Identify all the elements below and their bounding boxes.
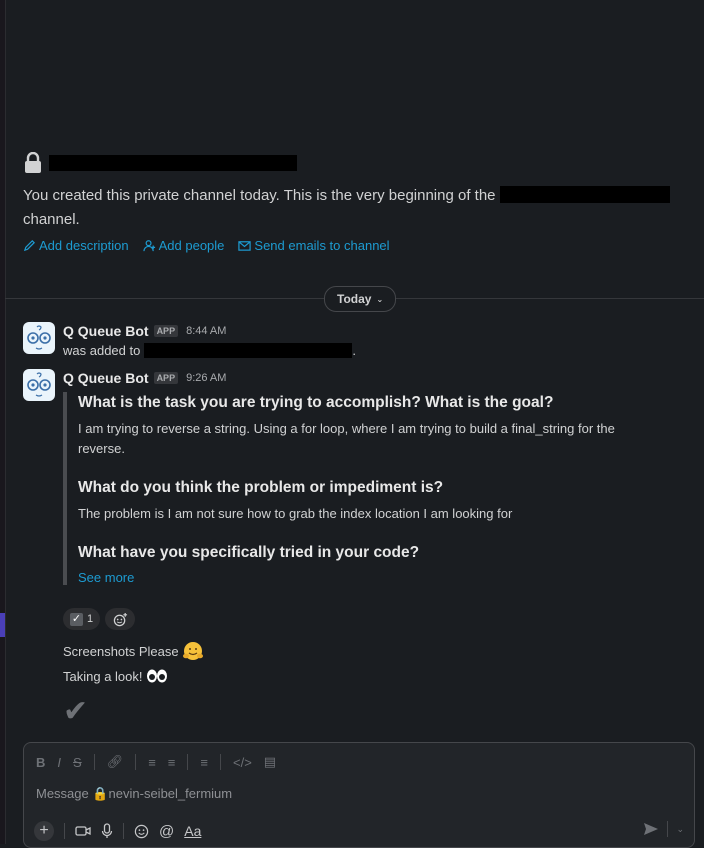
code-block-icon[interactable]: ▤ (264, 754, 276, 770)
timestamp[interactable]: 9:26 AM (186, 372, 226, 384)
channel-title (23, 150, 683, 176)
date-divider-button[interactable]: Today ⌄ (324, 286, 397, 312)
lock-icon (23, 151, 43, 174)
microphone-icon[interactable] (101, 823, 113, 839)
strikethrough-icon[interactable]: S (73, 755, 82, 770)
add-description-link[interactable]: Add description (23, 238, 129, 253)
ordered-list-icon[interactable]: ≡ (148, 755, 156, 770)
chevron-down-icon[interactable]: ⌄ (676, 824, 684, 835)
emoji-icon[interactable] (134, 824, 149, 839)
send-controls: ⌄ (643, 821, 684, 837)
send-icon[interactable] (643, 822, 659, 836)
eyes-emoji-icon (146, 669, 167, 683)
followup-message: Taking a look! (63, 668, 168, 684)
message: Q Queue Bot APP 8:44 AM was added to. (23, 322, 683, 362)
message-body: Q Queue Bot APP 9:26 AM What is the task… (63, 369, 683, 585)
channel-view: You created this private channel today. … (5, 0, 704, 848)
chevron-down-icon: ⌄ (376, 294, 384, 304)
plus-icon[interactable]: + (34, 821, 54, 841)
message-attachment: What is the task you are trying to accom… (63, 392, 618, 585)
italic-icon[interactable]: I (57, 755, 61, 770)
bot-face-icon (27, 325, 51, 350)
question-heading: What is the task you are trying to accom… (78, 394, 554, 411)
answer-text: The problem is I am not sure how to grab… (78, 506, 513, 521)
question-heading: What do you think the problem or impedim… (78, 479, 444, 496)
reactions-bar: ✓ 1 (63, 608, 136, 630)
person-add-icon (142, 240, 155, 252)
redacted-channel-name (499, 186, 670, 203)
answer-text: I am trying to reverse a string. Using a… (78, 421, 615, 456)
redacted-channel-name (144, 343, 353, 358)
toolbar-divider (93, 754, 95, 770)
app-badge: APP (153, 325, 179, 337)
toolbar-divider (123, 823, 124, 839)
message-input[interactable]: Message 🔒nevin-seibel_fermium (36, 786, 232, 802)
send-emails-link[interactable]: Send emails to channel (238, 238, 390, 253)
bot-avatar[interactable] (23, 322, 55, 354)
channel-intro: You created this private channel today. … (23, 150, 683, 253)
link-icon[interactable]: 🔗︎ (107, 754, 124, 770)
code-icon[interactable]: </> (233, 755, 252, 770)
mail-icon (238, 241, 252, 251)
sender-name[interactable]: Q Queue Bot (63, 323, 149, 339)
format-toggle-button[interactable]: Aa (184, 823, 201, 839)
blockquote-icon[interactable]: ≡ (200, 755, 208, 770)
toolbar-divider (187, 754, 189, 770)
channel-actions: Add description Add people Send emails t… (23, 238, 683, 253)
message-composer[interactable]: B I S 🔗︎ ≡ ≡ ≡ </> ▤ Message 🔒nevin-seib… (23, 742, 695, 848)
followup-message: Screenshots Please (63, 640, 204, 662)
add-people-link[interactable]: Add people (142, 238, 224, 253)
message-body: Q Queue Bot APP 8:44 AM was added to. (63, 322, 683, 362)
toolbar-divider (135, 754, 137, 770)
channel-intro-text: You created this private channel today. … (23, 184, 683, 232)
hugging-face-emoji-icon (182, 642, 203, 660)
pencil-icon (23, 240, 35, 252)
sender-name[interactable]: Q Queue Bot (63, 370, 149, 386)
add-reaction-button[interactable] (105, 608, 136, 630)
bold-icon[interactable]: B (36, 755, 45, 770)
redacted-channel-name (49, 155, 297, 171)
checkbox-reaction[interactable]: ✓ 1 (63, 608, 101, 630)
mention-icon[interactable]: @ (159, 823, 174, 840)
toolbar-divider (64, 823, 65, 839)
checkmark-icon: ✔ (63, 695, 89, 728)
formatting-toolbar: B I S 🔗︎ ≡ ≡ ≡ </> ▤ (36, 754, 276, 770)
bulleted-list-icon[interactable]: ≡ (168, 755, 176, 770)
message: Q Queue Bot APP 9:26 AM What is the task… (23, 369, 683, 599)
video-icon[interactable] (75, 824, 91, 838)
timestamp[interactable]: 8:44 AM (186, 325, 226, 337)
composer-actions: + @ Aa (34, 821, 201, 841)
toolbar-divider (667, 821, 669, 837)
app-badge: APP (153, 372, 179, 384)
message-text: was added to. (63, 343, 356, 358)
bot-face-icon (27, 372, 51, 397)
check-box-icon: ✓ (70, 612, 83, 626)
question-heading: What have you specifically tried in your… (78, 544, 420, 561)
bot-avatar[interactable] (23, 369, 55, 401)
add-emoji-icon (113, 612, 127, 626)
see-more-link[interactable]: See more (78, 570, 618, 585)
toolbar-divider (219, 754, 221, 770)
